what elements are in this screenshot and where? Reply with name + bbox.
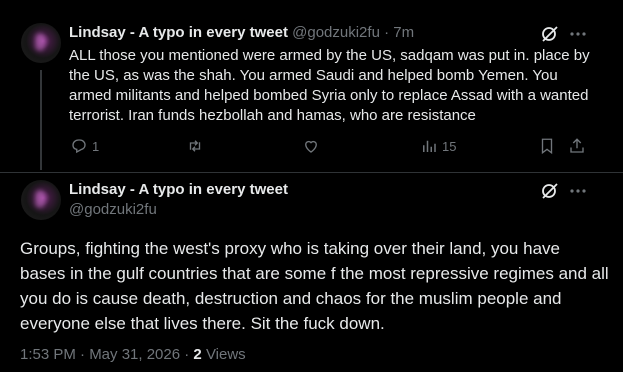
grok-icon[interactable]: [540, 181, 560, 201]
repost-icon: [189, 140, 201, 152]
timestamp[interactable]: 1:53 PM · May 31, 2026 ·: [20, 346, 193, 363]
share-icon: [570, 138, 584, 153]
reply-button[interactable]: 1: [70, 137, 99, 155]
time-ago[interactable]: 7m: [393, 24, 414, 41]
views-icon: [423, 140, 436, 152]
display-name[interactable]: Lindsay - A typo in every tweet: [69, 181, 288, 198]
views-button[interactable]: 15: [420, 137, 456, 155]
more-icon[interactable]: [568, 24, 588, 44]
avatar[interactable]: [21, 180, 61, 220]
share-button[interactable]: [568, 137, 586, 155]
bookmark-icon: [541, 138, 553, 155]
grok-icon[interactable]: [540, 24, 560, 44]
thread-line: [40, 70, 42, 170]
tweet-header: Lindsay - A typo in every tweet @godzuki…: [69, 23, 414, 43]
views-count: 15: [442, 138, 457, 154]
divider: [0, 172, 623, 173]
tweet-header: Lindsay - A typo in every tweet: [69, 180, 288, 200]
display-name[interactable]: Lindsay - A typo in every tweet: [69, 24, 288, 41]
handle[interactable]: @godzuki2fu: [69, 200, 157, 220]
reply-icon: [72, 139, 86, 154]
avatar[interactable]: [21, 23, 61, 63]
views-label: Views: [205, 346, 246, 363]
like-icon: [305, 140, 317, 153]
views-count: 2: [193, 346, 202, 363]
repost-button[interactable]: [186, 137, 204, 155]
more-icon[interactable]: [568, 181, 588, 201]
tweet-meta: 1:53 PM · May 31, 2026 · 2 Views: [20, 345, 246, 365]
parent-tweet[interactable]: Lindsay - A typo in every tweet @godzuki…: [0, 0, 623, 172]
tweet-text: Groups, fighting the west's proxy who is…: [20, 239, 609, 333]
separator: ·: [384, 24, 390, 41]
tweet-text: ALL those you mentioned were armed by th…: [69, 47, 590, 124]
handle[interactable]: @godzuki2fu: [292, 24, 380, 41]
bookmark-button[interactable]: [538, 137, 556, 155]
like-button[interactable]: [302, 137, 320, 155]
reply-count: 1: [92, 138, 100, 154]
